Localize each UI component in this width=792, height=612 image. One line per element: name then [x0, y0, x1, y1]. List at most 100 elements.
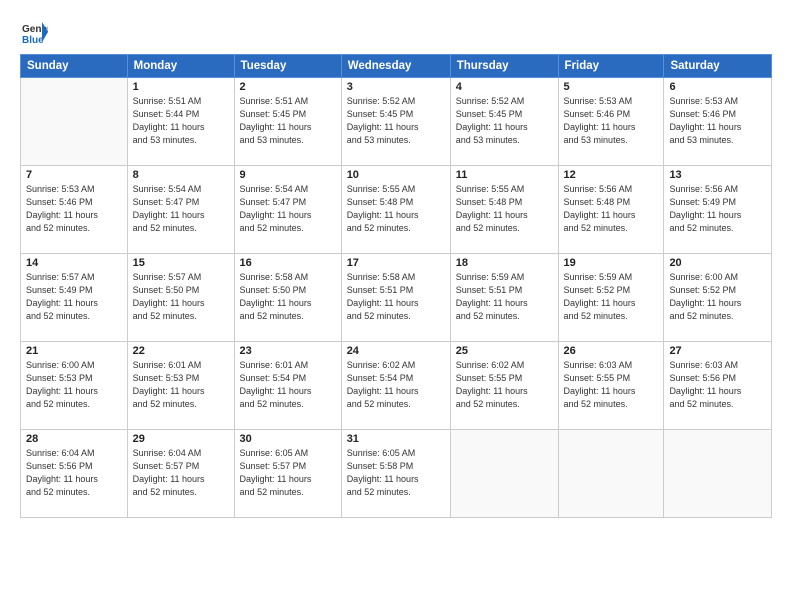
day-number: 14 [26, 257, 122, 269]
header: General Blue [20, 18, 772, 46]
calendar-cell: 13 Sunrise: 5:56 AM Sunset: 5:49 PM Dayli… [664, 166, 772, 254]
calendar-cell: 4 Sunrise: 5:52 AM Sunset: 5:45 PM Daylig… [450, 78, 558, 166]
day-info: Sunrise: 6:00 AM Sunset: 5:52 PM Dayligh… [669, 271, 766, 323]
calendar-cell: 12 Sunrise: 5:56 AM Sunset: 5:48 PM Dayli… [558, 166, 664, 254]
day-number: 3 [347, 81, 445, 93]
calendar-week-row: 7 Sunrise: 5:53 AM Sunset: 5:46 PM Daylig… [21, 166, 772, 254]
calendar-cell: 10 Sunrise: 5:55 AM Sunset: 5:48 PM Dayli… [341, 166, 450, 254]
day-info: Sunrise: 5:56 AM Sunset: 5:48 PM Dayligh… [564, 183, 659, 235]
calendar-cell: 22Sunrise: 6:01 AM Sunset: 5:53 PM Dayli… [127, 342, 234, 430]
logo: General Blue [20, 18, 52, 46]
calendar-cell: 2Sunrise: 5:51 AM Sunset: 5:45 PM Daylig… [234, 78, 341, 166]
weekday-header: Wednesday [341, 55, 450, 78]
weekday-header: Friday [558, 55, 664, 78]
logo-icon: General Blue [20, 18, 48, 46]
day-info: Sunrise: 6:01 AM Sunset: 5:54 PM Dayligh… [240, 359, 336, 411]
calendar-cell: 3 Sunrise: 5:52 AM Sunset: 5:45 PM Daylig… [341, 78, 450, 166]
day-info: Sunrise: 5:58 AM Sunset: 5:50 PM Dayligh… [240, 271, 336, 323]
calendar-cell: 17Sunrise: 5:58 AM Sunset: 5:51 PM Dayli… [341, 254, 450, 342]
day-info: Sunrise: 5:54 AM Sunset: 5:47 PM Dayligh… [240, 183, 336, 235]
day-info: Sunrise: 5:59 AM Sunset: 5:52 PM Dayligh… [564, 271, 659, 323]
calendar-cell: 16 Sunrise: 5:58 AM Sunset: 5:50 PM Dayli… [234, 254, 341, 342]
calendar-cell: 28Sunrise: 6:04 AM Sunset: 5:56 PM Dayli… [21, 430, 128, 518]
day-number: 4 [456, 81, 553, 93]
weekday-header: Monday [127, 55, 234, 78]
svg-text:Blue: Blue [22, 35, 44, 46]
day-number: 15 [133, 257, 229, 269]
calendar-cell [450, 430, 558, 518]
day-number: 16 [240, 257, 336, 269]
day-info: Sunrise: 6:03 AM Sunset: 5:56 PM Dayligh… [669, 359, 766, 411]
day-info: Sunrise: 6:00 AM Sunset: 5:53 PM Dayligh… [26, 359, 122, 411]
calendar-cell [664, 430, 772, 518]
day-number: 9 [240, 169, 336, 181]
day-number: 6 [669, 81, 766, 93]
calendar-week-row: 21 Sunrise: 6:00 AM Sunset: 5:53 PM Dayli… [21, 342, 772, 430]
calendar-cell: 8 Sunrise: 5:54 AM Sunset: 5:47 PM Daylig… [127, 166, 234, 254]
day-info: Sunrise: 5:55 AM Sunset: 5:48 PM Dayligh… [456, 183, 553, 235]
day-number: 5 [564, 81, 659, 93]
calendar-cell: 23 Sunrise: 6:01 AM Sunset: 5:54 PM Dayli… [234, 342, 341, 430]
day-number: 24 [347, 345, 445, 357]
calendar-week-row: 1 Sunrise: 5:51 AM Sunset: 5:44 PM Daylig… [21, 78, 772, 166]
calendar: SundayMondayTuesdayWednesdayThursdayFrid… [20, 54, 772, 518]
calendar-cell [558, 430, 664, 518]
day-info: Sunrise: 5:57 AM Sunset: 5:50 PM Dayligh… [133, 271, 229, 323]
day-info: Sunrise: 5:55 AM Sunset: 5:48 PM Dayligh… [347, 183, 445, 235]
calendar-cell: 7 Sunrise: 5:53 AM Sunset: 5:46 PM Daylig… [21, 166, 128, 254]
calendar-cell: 14 Sunrise: 5:57 AM Sunset: 5:49 PM Dayli… [21, 254, 128, 342]
day-number: 27 [669, 345, 766, 357]
day-number: 25 [456, 345, 553, 357]
day-info: Sunrise: 6:02 AM Sunset: 5:54 PM Dayligh… [347, 359, 445, 411]
day-info: Sunrise: 5:54 AM Sunset: 5:47 PM Dayligh… [133, 183, 229, 235]
day-info: Sunrise: 6:04 AM Sunset: 5:57 PM Dayligh… [133, 447, 229, 499]
weekday-header: Tuesday [234, 55, 341, 78]
weekday-header: Sunday [21, 55, 128, 78]
day-info: Sunrise: 5:53 AM Sunset: 5:46 PM Dayligh… [26, 183, 122, 235]
calendar-cell: 11 Sunrise: 5:55 AM Sunset: 5:48 PM Dayli… [450, 166, 558, 254]
day-number: 20 [669, 257, 766, 269]
day-number: 13 [669, 169, 766, 181]
day-number: 7 [26, 169, 122, 181]
weekday-header: Thursday [450, 55, 558, 78]
calendar-cell: 30 Sunrise: 6:05 AM Sunset: 5:57 PM Dayli… [234, 430, 341, 518]
day-info: Sunrise: 6:05 AM Sunset: 5:58 PM Dayligh… [347, 447, 445, 499]
calendar-cell: 18 Sunrise: 5:59 AM Sunset: 5:51 PM Dayli… [450, 254, 558, 342]
calendar-cell: 31 Sunrise: 6:05 AM Sunset: 5:58 PM Dayli… [341, 430, 450, 518]
day-number: 12 [564, 169, 659, 181]
day-number: 8 [133, 169, 229, 181]
day-info: Sunrise: 5:57 AM Sunset: 5:49 PM Dayligh… [26, 271, 122, 323]
page: General Blue SundayMondayTuesdayWednesda… [0, 0, 792, 612]
day-number: 10 [347, 169, 445, 181]
calendar-week-row: 28Sunrise: 6:04 AM Sunset: 5:56 PM Dayli… [21, 430, 772, 518]
calendar-cell: 5Sunrise: 5:53 AM Sunset: 5:46 PM Daylig… [558, 78, 664, 166]
day-number: 1 [133, 81, 229, 93]
day-number: 31 [347, 433, 445, 445]
day-info: Sunrise: 6:04 AM Sunset: 5:56 PM Dayligh… [26, 447, 122, 499]
day-number: 21 [26, 345, 122, 357]
day-number: 30 [240, 433, 336, 445]
day-info: Sunrise: 6:02 AM Sunset: 5:55 PM Dayligh… [456, 359, 553, 411]
day-info: Sunrise: 5:59 AM Sunset: 5:51 PM Dayligh… [456, 271, 553, 323]
calendar-cell: 1 Sunrise: 5:51 AM Sunset: 5:44 PM Daylig… [127, 78, 234, 166]
calendar-cell: 9 Sunrise: 5:54 AM Sunset: 5:47 PM Daylig… [234, 166, 341, 254]
day-info: Sunrise: 6:01 AM Sunset: 5:53 PM Dayligh… [133, 359, 229, 411]
calendar-cell: 21 Sunrise: 6:00 AM Sunset: 5:53 PM Dayli… [21, 342, 128, 430]
calendar-cell: 29 Sunrise: 6:04 AM Sunset: 5:57 PM Dayli… [127, 430, 234, 518]
calendar-cell: 19 Sunrise: 5:59 AM Sunset: 5:52 PM Dayli… [558, 254, 664, 342]
day-info: Sunrise: 5:56 AM Sunset: 5:49 PM Dayligh… [669, 183, 766, 235]
day-number: 11 [456, 169, 553, 181]
day-info: Sunrise: 5:52 AM Sunset: 5:45 PM Dayligh… [456, 95, 553, 147]
calendar-cell: 6 Sunrise: 5:53 AM Sunset: 5:46 PM Daylig… [664, 78, 772, 166]
day-number: 29 [133, 433, 229, 445]
day-info: Sunrise: 5:51 AM Sunset: 5:44 PM Dayligh… [133, 95, 229, 147]
calendar-week-row: 14 Sunrise: 5:57 AM Sunset: 5:49 PM Dayli… [21, 254, 772, 342]
day-number: 26 [564, 345, 659, 357]
day-info: Sunrise: 5:52 AM Sunset: 5:45 PM Dayligh… [347, 95, 445, 147]
day-number: 19 [564, 257, 659, 269]
day-info: Sunrise: 6:05 AM Sunset: 5:57 PM Dayligh… [240, 447, 336, 499]
day-number: 23 [240, 345, 336, 357]
day-info: Sunrise: 5:53 AM Sunset: 5:46 PM Dayligh… [669, 95, 766, 147]
day-info: Sunrise: 6:03 AM Sunset: 5:55 PM Dayligh… [564, 359, 659, 411]
day-number: 18 [456, 257, 553, 269]
